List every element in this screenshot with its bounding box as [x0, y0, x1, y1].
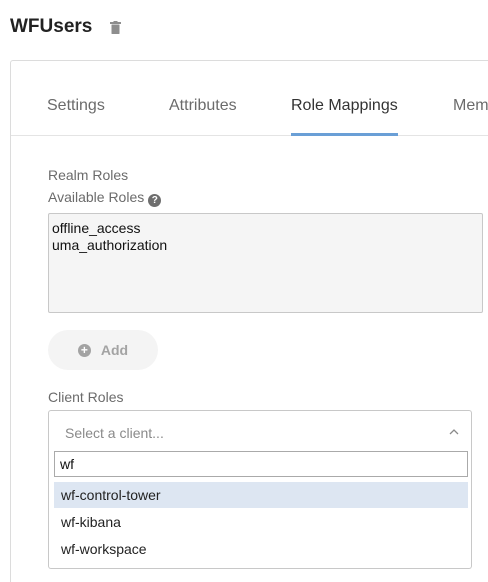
add-button-label: Add [100, 342, 129, 358]
tab-settings[interactable]: Settings [47, 97, 105, 115]
question-circle-icon[interactable]: ? [148, 194, 162, 207]
page: WFUsers Settings Attributes Role Mapping… [0, 0, 488, 582]
available-roles-list[interactable]: offline_access uma_authorization [48, 213, 483, 313]
client-option-wf-control-tower[interactable]: wf-control-tower [54, 482, 468, 508]
tab-attributes[interactable]: Attributes [169, 97, 237, 115]
add-role-button[interactable]: + Add [48, 330, 158, 370]
plus-circle-icon: + [77, 343, 91, 357]
realm-roles-heading: Realm Roles [48, 167, 129, 183]
available-roles-text: Available Roles [48, 189, 145, 205]
client-option-wf-workspace[interactable]: wf-workspace [54, 536, 468, 562]
chevron-up-icon [449, 429, 459, 435]
client-search-input[interactable] [54, 451, 468, 477]
page-title: WFUsers [10, 16, 93, 37]
tab-members[interactable]: Mem [453, 97, 488, 115]
title-row: WFUsers [10, 16, 122, 38]
client-roles-heading: Client Roles [48, 389, 124, 405]
client-option-wf-kibana[interactable]: wf-kibana [54, 509, 468, 535]
client-dropdown: wf-control-tower wf-kibana wf-workspace [48, 451, 472, 569]
active-tab-indicator [291, 133, 398, 136]
available-roles-label: Available Roles? [48, 189, 162, 207]
tab-bar: Settings Attributes Role Mappings Mem [11, 61, 488, 136]
tab-role-mappings[interactable]: Role Mappings [291, 97, 398, 115]
client-details-panel: Settings Attributes Role Mappings Mem Re… [10, 60, 488, 582]
trash-icon[interactable] [110, 20, 122, 34]
client-select-placeholder: Select a client... [65, 425, 164, 441]
role-option-uma-authorization[interactable]: uma_authorization [51, 237, 480, 254]
role-option-offline-access[interactable]: offline_access [51, 220, 480, 237]
client-select[interactable]: Select a client... [48, 410, 472, 454]
